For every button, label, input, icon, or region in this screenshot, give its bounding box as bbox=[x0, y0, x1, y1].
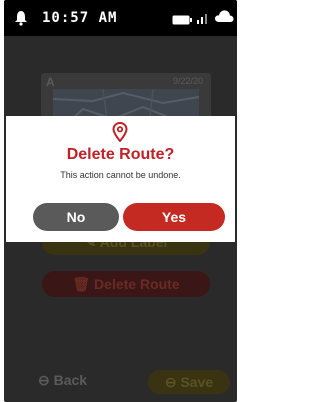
trash-icon: 🗑 bbox=[72, 276, 91, 292]
delete-route-button: 🗑 Delete Route bbox=[42, 271, 210, 297]
back-button: ⊖ Back bbox=[38, 372, 87, 389]
yes-button[interactable]: Yes bbox=[123, 203, 225, 231]
dialog-title: Delete Route? bbox=[66, 146, 175, 163]
device-screen: 10:57 AM A 9/22/20 ✎ Add Label 🗑 Delete … bbox=[4, 0, 237, 402]
no-button[interactable]: No bbox=[33, 203, 119, 231]
save-button: ⊖ Save bbox=[148, 370, 230, 394]
bell-icon bbox=[14, 10, 28, 31]
route-letter: A bbox=[46, 75, 55, 89]
status-bar: 10:57 AM bbox=[4, 0, 237, 36]
route-date: 9/22/20 bbox=[172, 76, 203, 86]
save-text: Save bbox=[180, 374, 214, 390]
delete-route-dialog: Delete Route? This action cannot be undo… bbox=[6, 116, 235, 242]
battery-icon bbox=[172, 12, 192, 30]
signal-icon bbox=[196, 11, 210, 29]
back-text: Back bbox=[53, 372, 88, 388]
back-arrow-icon: ⊖ bbox=[38, 372, 50, 388]
status-time: 10:57 AM bbox=[42, 10, 118, 26]
location-pin-icon bbox=[112, 121, 128, 147]
delete-route-text: Delete Route bbox=[94, 276, 180, 292]
save-icon: ⊖ bbox=[164, 374, 177, 390]
dialog-message: This action cannot be undone. bbox=[60, 170, 181, 180]
cloud-icon bbox=[214, 9, 234, 28]
